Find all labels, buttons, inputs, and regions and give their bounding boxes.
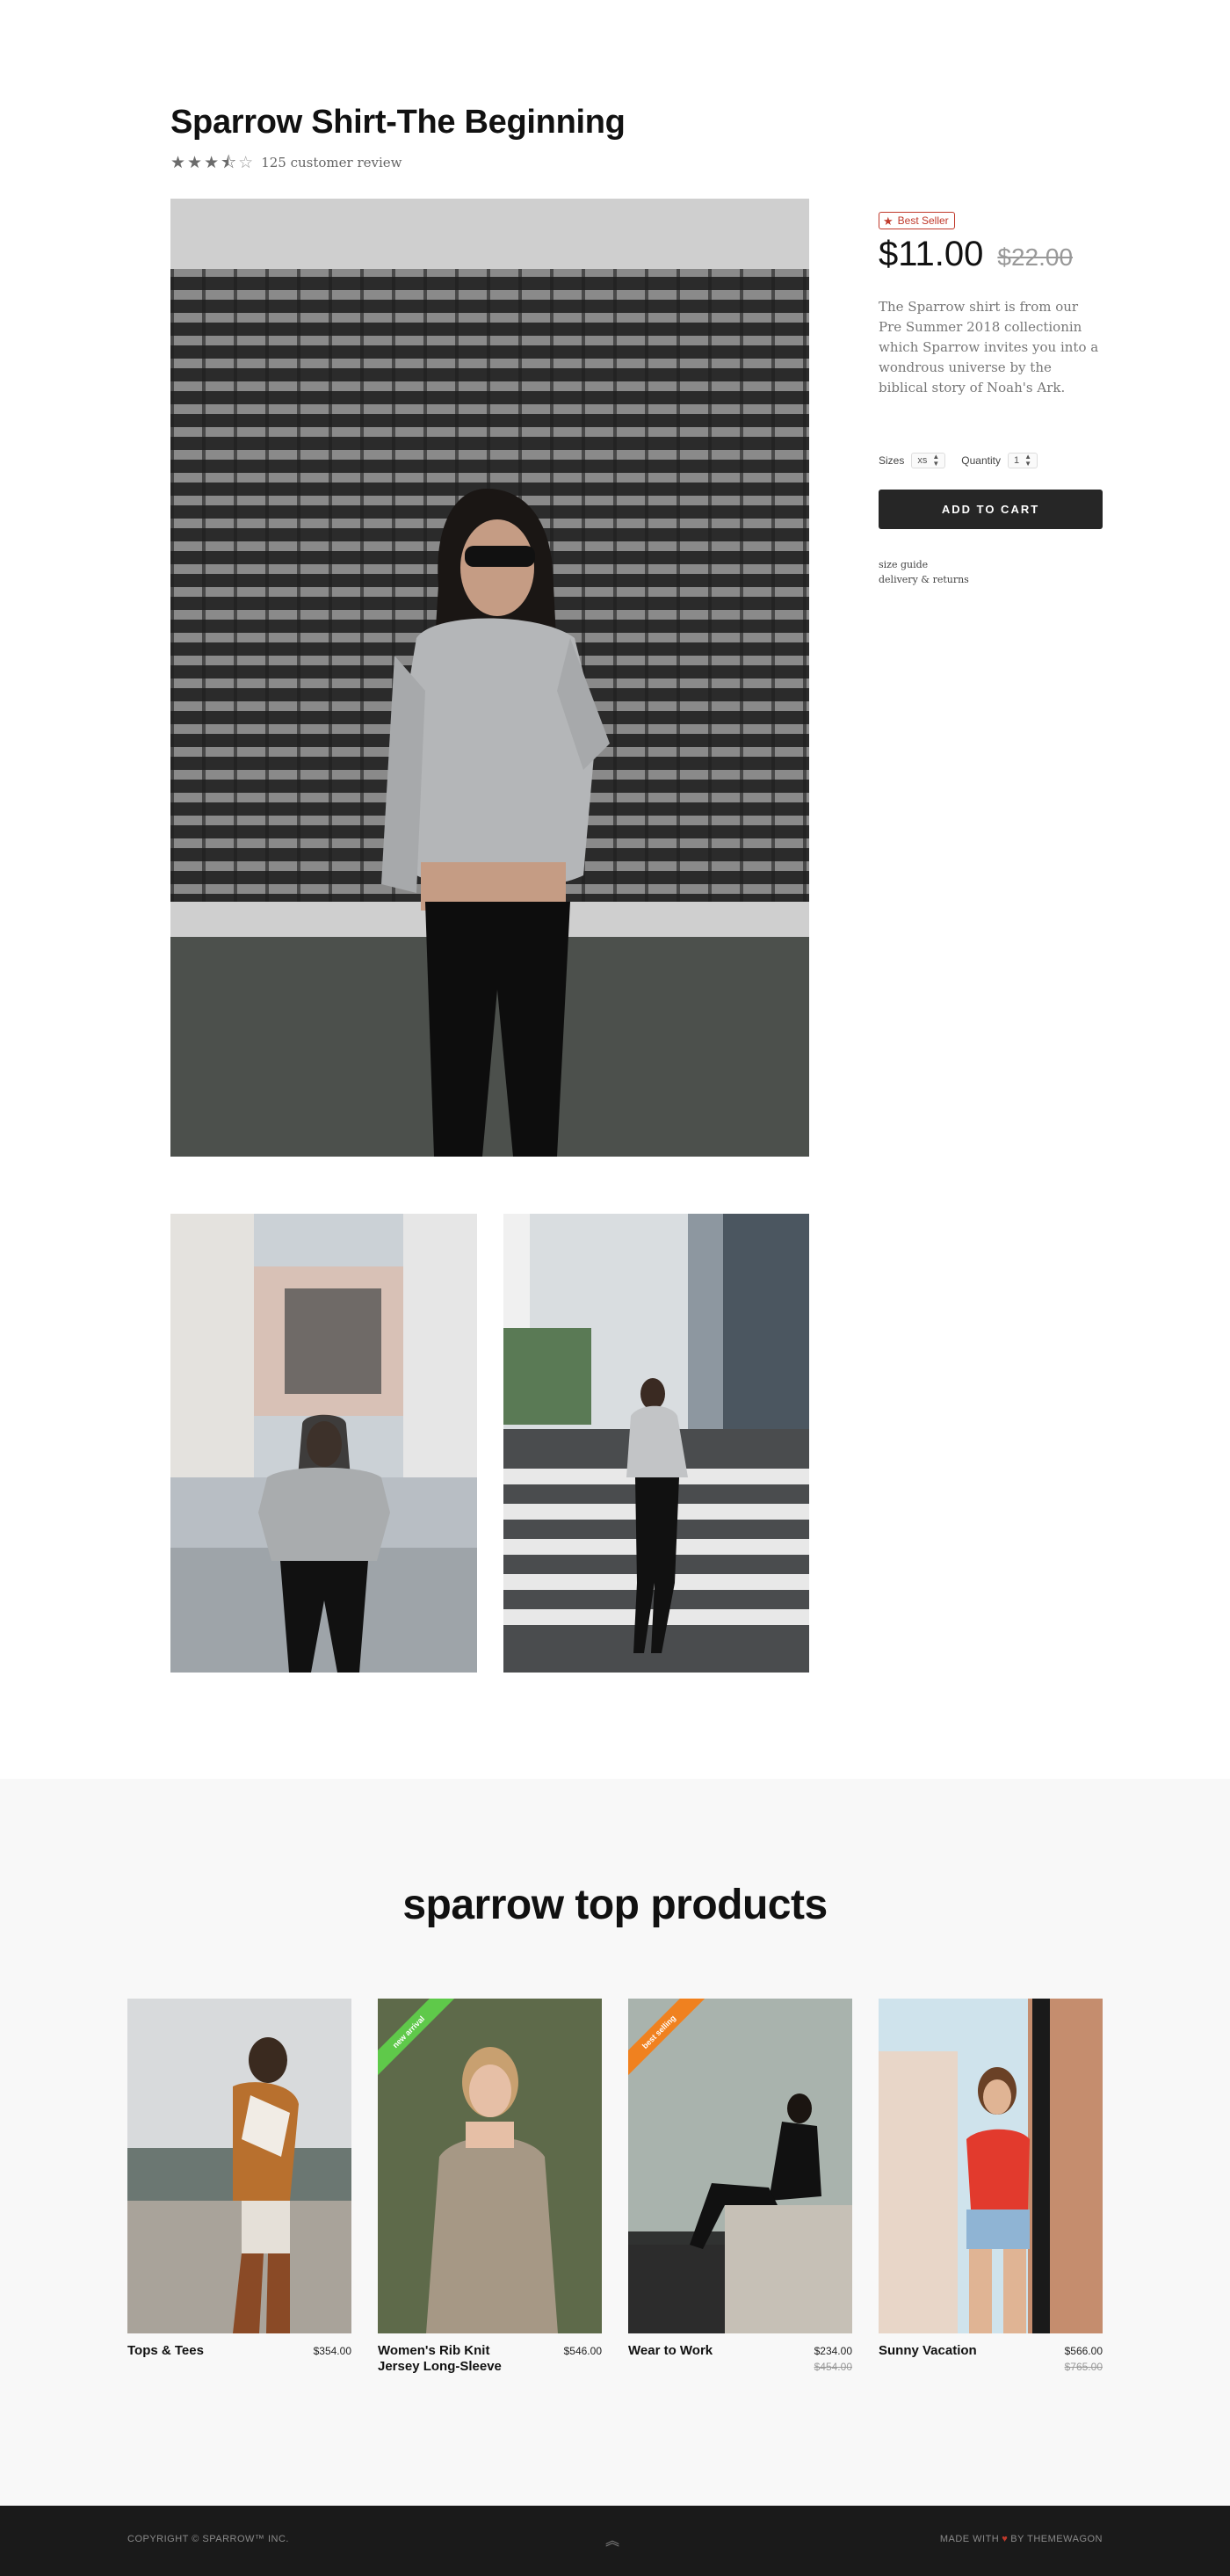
product-card-prices: $566.00 $765.00 xyxy=(1065,2343,1103,2375)
product-options: Sizes xs ▲ ▼ Quantity 1 ▲ ▼ xyxy=(879,453,1103,468)
quantity-label: Quantity xyxy=(961,454,1001,467)
product-card-image[interactable]: best selling xyxy=(628,1999,852,2333)
size-value: xs xyxy=(917,455,928,466)
product-card-prices: $234.00 $454.00 xyxy=(814,2343,852,2375)
old-price: $22.00 xyxy=(997,243,1074,271)
star-full-icon: ★ xyxy=(187,153,203,172)
product-rating: ★ ★ ★ ⯪ ☆ 125 customer review xyxy=(170,152,402,173)
product-card[interactable]: Tops & Tees $354.00 xyxy=(127,1999,351,2359)
quantity-value: 1 xyxy=(1013,455,1020,466)
made-with-credit: MADE WITH ♥ BY THEMEWAGON xyxy=(940,2534,1103,2544)
badge-label: Best Seller xyxy=(897,214,949,227)
copyright-text: COPYRIGHT © SPARROW™ INC. xyxy=(127,2534,289,2544)
product-card-name[interactable]: Sunny Vacation xyxy=(879,2343,977,2375)
top-products-section: sparrow top products Tops & Tees $354.00 xyxy=(0,1779,1230,2506)
price-row: $11.00 $22.00 xyxy=(879,235,1103,274)
product-card[interactable]: best selling Wear to Work $234.00 $454.0… xyxy=(628,1999,852,2375)
review-count[interactable]: 125 customer review xyxy=(261,155,402,171)
delivery-returns-link[interactable]: delivery & returns xyxy=(879,572,1103,587)
heart-icon: ♥ xyxy=(1002,2534,1009,2544)
product-card-prices: $354.00 xyxy=(314,2343,351,2359)
size-guide-link[interactable]: size guide xyxy=(879,557,1103,572)
product-card-name[interactable]: Tops & Tees xyxy=(127,2343,204,2359)
info-links: size guide delivery & returns xyxy=(879,557,1103,587)
product-title: Sparrow Shirt-The Beginning xyxy=(170,104,626,141)
product-card-prices: $546.00 xyxy=(564,2343,602,2375)
made-with-prefix: MADE WITH xyxy=(939,2534,1000,2544)
size-select[interactable]: xs ▲ ▼ xyxy=(911,453,946,468)
product-card[interactable]: new arrival Women's Rib Knit Jersey Long… xyxy=(378,1999,602,2375)
add-to-cart-button[interactable]: ADD TO CART xyxy=(879,490,1103,529)
product-card-old-price: $765.00 xyxy=(1064,2361,1103,2373)
product-card-price: $546.00 xyxy=(563,2345,602,2357)
product-card-old-price: $454.00 xyxy=(814,2361,852,2373)
select-arrows-icon: ▲ ▼ xyxy=(1024,453,1032,468)
star-half-icon: ⯪ xyxy=(221,153,237,172)
made-with-suffix[interactable]: BY THEMEWAGON xyxy=(1010,2534,1103,2544)
quantity-select[interactable]: 1 ▲ ▼ xyxy=(1007,453,1038,468)
product-thumbnail-1[interactable] xyxy=(170,1214,477,1673)
product-card-price: $566.00 xyxy=(1064,2345,1103,2357)
rating-stars: ★ ★ ★ ⯪ ☆ xyxy=(170,155,253,171)
main-product-photo[interactable] xyxy=(170,199,809,1157)
product-card-image[interactable]: new arrival xyxy=(378,1999,602,2333)
sizes-label: Sizes xyxy=(879,454,905,467)
product-card-image[interactable] xyxy=(879,1999,1103,2333)
buy-box: ★ Best Seller $11.00 $22.00 The Sparrow … xyxy=(879,212,1103,587)
select-arrows-icon: ▲ ▼ xyxy=(932,453,940,468)
star-full-icon: ★ xyxy=(204,153,220,172)
product-detail-section: Sparrow Shirt-The Beginning ★ ★ ★ ⯪ ☆ 12… xyxy=(0,0,1230,1779)
section-title: sparrow top products xyxy=(402,1882,828,1928)
product-card-price: $354.00 xyxy=(313,2345,351,2357)
best-seller-badge: ★ Best Seller xyxy=(879,212,955,229)
product-thumbnail-2[interactable] xyxy=(503,1214,809,1673)
product-card-price: $234.00 xyxy=(814,2345,852,2357)
current-price: $11.00 xyxy=(879,235,984,273)
site-footer: COPYRIGHT © SPARROW™ INC. ︽ MADE WITH ♥ BY… xyxy=(0,2506,1230,2576)
product-card-image[interactable] xyxy=(127,1999,351,2333)
product-description: The Sparrow shirt is from our Pre Summer… xyxy=(879,299,1099,395)
star-badge-icon: ★ xyxy=(883,214,894,228)
product-card-name[interactable]: Wear to Work xyxy=(628,2343,713,2375)
star-full-icon: ★ xyxy=(170,153,186,172)
chevron-double-up-icon[interactable]: ︽ xyxy=(605,2535,619,2549)
product-card[interactable]: Sunny Vacation $566.00 $765.00 xyxy=(879,1999,1103,2375)
product-card-name[interactable]: Women's Rib Knit Jersey Long-Sleeve xyxy=(378,2343,510,2375)
star-empty-icon: ☆ xyxy=(238,153,254,172)
